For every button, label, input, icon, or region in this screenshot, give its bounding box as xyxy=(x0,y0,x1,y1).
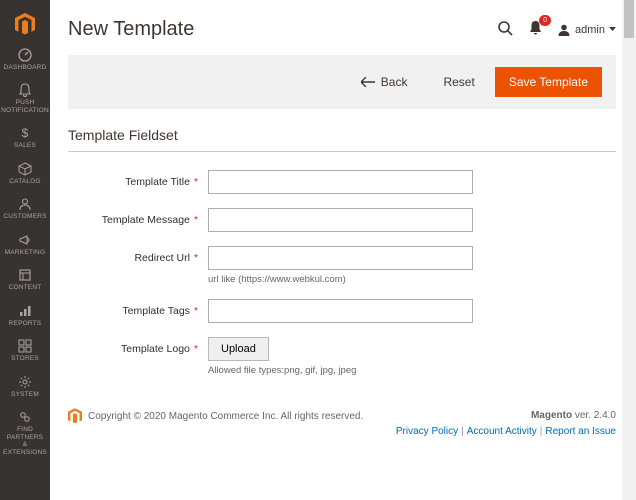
label-template-title: Template Title xyxy=(125,176,190,188)
required-star: * xyxy=(194,252,198,264)
sidebar-item-label: REPORTS xyxy=(9,320,42,327)
label-redirect-url: Redirect Url xyxy=(134,252,189,264)
required-star: * xyxy=(194,214,198,226)
label-template-tags: Template Tags xyxy=(122,305,190,317)
fieldset-legend: Template Fieldset xyxy=(68,127,616,152)
sidebar-item-label: CUSTOMERS xyxy=(3,213,46,220)
sidebar-item-reports[interactable]: REPORTS xyxy=(0,298,50,333)
page-footer: Copyright © 2020 Magento Commerce Inc. A… xyxy=(50,396,636,454)
arrow-left-icon xyxy=(361,77,375,87)
notifications-icon[interactable]: 0 xyxy=(528,20,543,39)
admin-sidebar: DASHBOARD PUSH NOTIFICATION $ SALES CATA… xyxy=(0,0,50,500)
row-redirect-url: Redirect Url * url like (https://www.webk… xyxy=(68,246,616,285)
account-name: admin xyxy=(575,24,605,36)
magento-logo[interactable] xyxy=(0,6,50,42)
search-icon[interactable] xyxy=(497,20,514,40)
save-template-button[interactable]: Save Template xyxy=(495,67,602,97)
required-star: * xyxy=(194,305,198,317)
template-message-input[interactable] xyxy=(208,208,473,232)
upload-button[interactable]: Upload xyxy=(208,337,269,361)
sidebar-item-push-notification[interactable]: PUSH NOTIFICATION xyxy=(0,77,50,120)
copyright-text: Copyright © 2020 Magento Commerce Inc. A… xyxy=(88,411,363,422)
sidebar-item-label: SALES xyxy=(14,142,36,149)
notifications-badge: 0 xyxy=(539,15,551,26)
required-star: * xyxy=(194,176,198,188)
dollar-icon: $ xyxy=(18,126,32,140)
sidebar-item-label: CATALOG xyxy=(9,178,41,185)
chevron-down-icon xyxy=(609,27,616,32)
privacy-policy-link[interactable]: Privacy Policy xyxy=(396,426,458,437)
layers-icon xyxy=(18,268,32,282)
sidebar-item-label: PUSH NOTIFICATION xyxy=(1,99,49,114)
bars-icon xyxy=(18,304,32,318)
sidebar-item-label: CONTENT xyxy=(9,284,42,291)
dashboard-icon xyxy=(18,48,32,62)
sidebar-item-label: FIND PARTNERS & EXTENSIONS xyxy=(2,426,48,456)
redirect-url-hint: url like (https://www.webkul.com) xyxy=(208,274,473,285)
logo-hint: Allowed file types:png, gif, jpg, jpeg xyxy=(208,365,473,376)
sidebar-item-customers[interactable]: CUSTOMERS xyxy=(0,191,50,226)
back-label: Back xyxy=(381,75,408,89)
template-tags-input[interactable] xyxy=(208,299,473,323)
label-template-message: Template Message xyxy=(102,214,190,226)
account-activity-link[interactable]: Account Activity xyxy=(467,426,537,437)
vertical-scrollbar[interactable] xyxy=(622,0,636,500)
account-menu[interactable]: admin xyxy=(557,23,616,37)
sidebar-item-label: MARKETING xyxy=(5,249,45,256)
redirect-url-input[interactable] xyxy=(208,246,473,270)
action-bar: Back Reset Save Template xyxy=(68,55,616,109)
sidebar-item-marketing[interactable]: MARKETING xyxy=(0,227,50,262)
link-icon xyxy=(18,410,32,424)
back-button[interactable]: Back xyxy=(353,69,416,95)
sidebar-item-sales[interactable]: $ SALES xyxy=(0,120,50,155)
row-template-message: Template Message * xyxy=(68,208,616,232)
sidebar-item-dashboard[interactable]: DASHBOARD xyxy=(0,42,50,77)
user-icon xyxy=(18,197,32,211)
reset-button[interactable]: Reset xyxy=(435,69,482,95)
sidebar-item-catalog[interactable]: CATALOG xyxy=(0,156,50,191)
svg-text:$: $ xyxy=(22,126,29,140)
magento-logo-small xyxy=(68,408,82,424)
row-template-tags: Template Tags * xyxy=(68,299,616,323)
sidebar-item-label: DASHBOARD xyxy=(4,64,47,71)
report-issue-link[interactable]: Report an Issue xyxy=(545,426,616,437)
page-title: New Template xyxy=(68,18,194,41)
bell-icon xyxy=(18,83,32,97)
version-label: Magento xyxy=(531,410,572,421)
row-template-title: Template Title * xyxy=(68,170,616,194)
user-icon xyxy=(557,23,571,37)
row-template-logo: Template Logo * Upload Allowed file types… xyxy=(68,337,616,376)
required-star: * xyxy=(194,343,198,355)
gear-icon xyxy=(18,375,32,389)
scrollbar-thumb[interactable] xyxy=(624,0,634,38)
sidebar-item-label: SYSTEM xyxy=(11,391,39,398)
sidebar-item-system[interactable]: SYSTEM xyxy=(0,369,50,404)
version-value: ver. 2.4.0 xyxy=(575,410,616,421)
main-content: New Template 0 admin Back xyxy=(50,0,636,500)
cube-icon xyxy=(18,162,32,176)
sidebar-item-label: STORES xyxy=(11,355,39,362)
sidebar-item-find-partners[interactable]: FIND PARTNERS & EXTENSIONS xyxy=(0,404,50,462)
label-template-logo: Template Logo xyxy=(121,343,190,355)
megaphone-icon xyxy=(18,233,32,247)
stores-icon xyxy=(18,339,32,353)
sidebar-item-stores[interactable]: STORES xyxy=(0,333,50,368)
template-title-input[interactable] xyxy=(208,170,473,194)
sidebar-item-content[interactable]: CONTENT xyxy=(0,262,50,297)
